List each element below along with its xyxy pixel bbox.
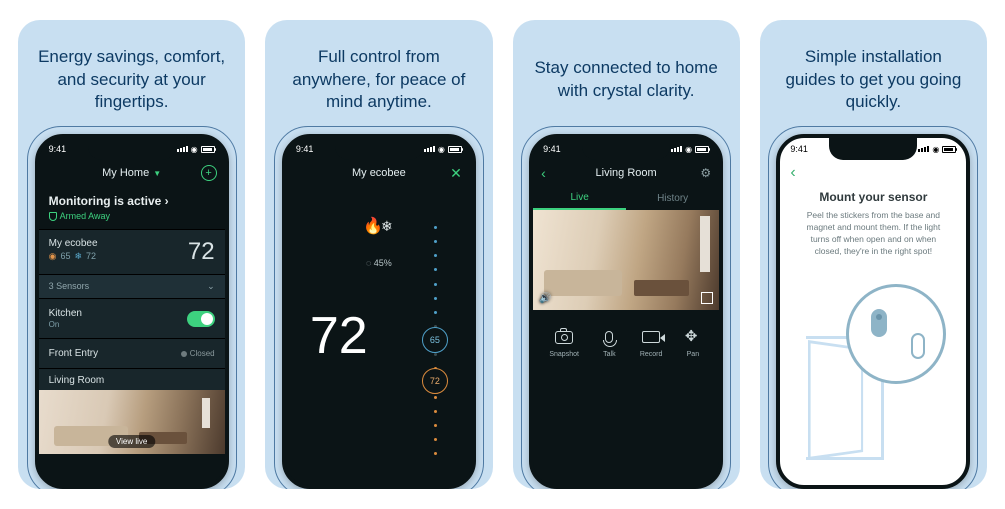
caption-4: Simple installation guides to get you go… [760, 20, 987, 130]
caption-1: Energy savings, comfort, and security at… [18, 20, 245, 130]
kitchen-state: On [49, 320, 82, 329]
fullscreen-icon[interactable] [701, 292, 713, 304]
camera-tabs: Live History [533, 186, 719, 210]
microphone-icon [605, 331, 613, 343]
thermostat-header: My ecobee ✕ [286, 160, 472, 186]
living-room-card[interactable]: Living Room View live [39, 369, 225, 454]
tab-history[interactable]: History [626, 186, 719, 210]
sensor-magnet-icon [911, 333, 925, 359]
wifi-icon: ◉ [932, 145, 939, 154]
notch [335, 138, 423, 160]
kitchen-row[interactable]: Kitchen On [39, 299, 225, 339]
phone-frame-2: 9:41 ◉ My ecobee ✕ 🔥❄ ◌ 45% 72 [282, 134, 476, 489]
notch [829, 138, 917, 160]
setup-title: Mount your sensor [794, 190, 952, 204]
caption-2: Full control from anywhere, for peace of… [265, 20, 492, 130]
battery-icon [448, 146, 462, 153]
notch [582, 138, 670, 160]
living-room-label: Living Room [49, 375, 215, 386]
kitchen-name: Kitchen [49, 308, 82, 319]
caption-3: Stay connected to home with crystal clar… [513, 20, 740, 130]
signal-icon [918, 146, 929, 152]
pan-icon [685, 329, 701, 345]
signal-icon [671, 146, 682, 152]
speaker-icon[interactable]: 🔊 [539, 293, 551, 304]
setup-description: Peel the stickers from the base and magn… [794, 210, 952, 258]
monitoring-title: Monitoring is active › [49, 194, 215, 208]
camera-thumbnail: View live [39, 390, 225, 454]
snapshot-button[interactable]: Snapshot [549, 328, 579, 358]
home-header[interactable]: My Home ▼ + [39, 160, 225, 186]
armed-state: Armed Away [49, 211, 215, 221]
back-icon[interactable]: ‹ [541, 165, 546, 181]
front-entry-row[interactable]: Front Entry Closed [39, 339, 225, 369]
sensors-row[interactable]: 3 Sensors ⌄ [39, 275, 225, 299]
home-name: My Home [102, 167, 149, 179]
mode-icon: 🔥❄ [365, 216, 393, 236]
thermostat-card[interactable]: My ecobee ◉65 ❄72 72 [39, 230, 225, 275]
thermostat-name: My ecobee [49, 238, 98, 249]
pan-button[interactable]: Pan [683, 328, 703, 358]
promo-panel-3: Stay connected to home with crystal clar… [513, 20, 740, 489]
current-temp: 72 [188, 238, 215, 266]
video-icon [642, 331, 660, 343]
battery-icon [695, 146, 709, 153]
monitoring-card[interactable]: Monitoring is active › Armed Away [39, 186, 225, 230]
heat-setpoint[interactable]: 72 [422, 368, 448, 394]
setup-illustration [794, 280, 952, 460]
status-time: 9:41 [790, 144, 808, 154]
notch [88, 138, 176, 160]
humidity-readout: ◌ 45% [366, 258, 392, 268]
sensor-base-icon [871, 309, 887, 337]
camera-controls: Snapshot Talk Record Pan [533, 310, 719, 376]
battery-icon [942, 146, 956, 153]
promo-panel-2: Full control from anywhere, for peace of… [265, 20, 492, 489]
setpoint-slider[interactable]: 65 72 [422, 226, 452, 455]
phone-frame-4: 9:41 ◉ ‹ Mount your sensor Peel the stic… [776, 134, 970, 489]
dropdown-icon: ▼ [153, 169, 161, 178]
camera-title: Living Room [596, 167, 657, 179]
shield-icon [49, 212, 57, 221]
front-entry-name: Front Entry [49, 348, 98, 359]
setpoint-icon: ❄ [75, 251, 83, 262]
humidity-icon: ◉ [49, 251, 57, 262]
talk-button[interactable]: Talk [599, 328, 619, 358]
view-live-button[interactable]: View live [108, 435, 155, 448]
back-icon[interactable]: ‹ [790, 164, 795, 182]
status-time: 9:41 [543, 144, 561, 154]
close-icon[interactable]: ✕ [450, 165, 462, 182]
camera-icon [555, 331, 573, 344]
signal-icon [424, 146, 435, 152]
wifi-icon: ◉ [685, 145, 692, 154]
record-button[interactable]: Record [640, 328, 663, 358]
kitchen-toggle[interactable] [187, 311, 215, 327]
gear-icon[interactable]: ⚙ [700, 166, 711, 180]
camera-feed[interactable]: 🔊 [533, 210, 719, 310]
chevron-down-icon: ⌄ [207, 281, 215, 292]
signal-icon [177, 146, 188, 152]
tab-live[interactable]: Live [533, 186, 626, 210]
status-time: 9:41 [296, 144, 314, 154]
wifi-icon: ◉ [438, 145, 445, 154]
battery-icon [201, 146, 215, 153]
status-time: 9:41 [49, 144, 67, 154]
wifi-icon: ◉ [191, 145, 198, 154]
thermostat-title: My ecobee [352, 167, 406, 179]
promo-panel-1: Energy savings, comfort, and security at… [18, 20, 245, 489]
promo-panel-4: Simple installation guides to get you go… [760, 20, 987, 489]
closed-dot-icon [181, 351, 187, 357]
phone-frame-1: 9:41 ◉ My Home ▼ + Monitoring is active … [35, 134, 229, 489]
phone-frame-3: 9:41 ◉ ‹ Living Room ⚙ Live History [529, 134, 723, 489]
cool-setpoint[interactable]: 65 [422, 327, 448, 353]
temperature-display: 72 [310, 306, 368, 366]
camera-header: ‹ Living Room ⚙ [533, 160, 719, 186]
add-button[interactable]: + [201, 165, 217, 181]
